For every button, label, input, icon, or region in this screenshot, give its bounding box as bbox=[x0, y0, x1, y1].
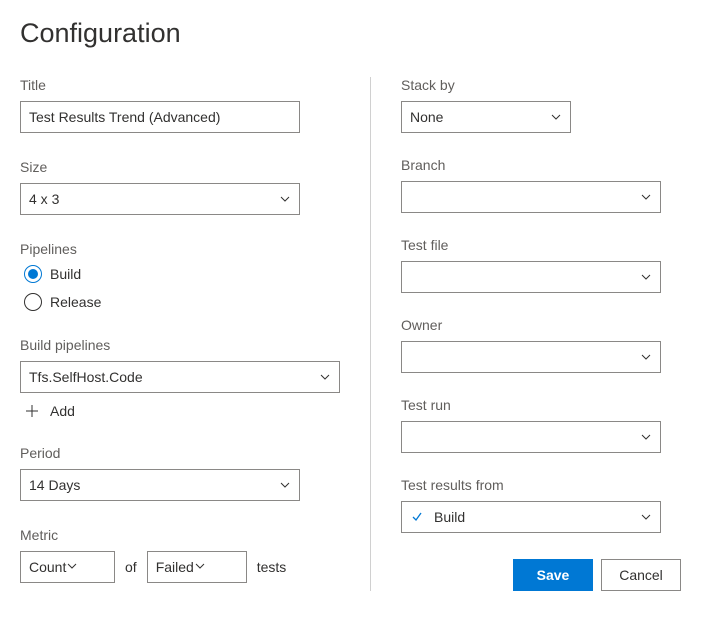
metric-label: Metric bbox=[20, 527, 340, 543]
radio-icon bbox=[24, 293, 42, 311]
resultsfrom-value: Build bbox=[434, 509, 465, 525]
add-pipeline-button[interactable]: Add bbox=[20, 403, 340, 419]
left-column: Title Size 4 x 3 Pipelines Build bbox=[20, 77, 370, 591]
chevron-down-icon bbox=[319, 371, 331, 383]
branch-select[interactable] bbox=[401, 181, 661, 213]
metric-second-value: Failed bbox=[156, 559, 194, 575]
plus-icon bbox=[24, 403, 40, 419]
page-title: Configuration bbox=[20, 18, 681, 49]
testfile-label: Test file bbox=[401, 237, 681, 253]
stackby-value: None bbox=[410, 109, 550, 125]
chevron-down-icon bbox=[640, 191, 652, 203]
owner-label: Owner bbox=[401, 317, 681, 333]
stackby-label: Stack by bbox=[401, 77, 681, 93]
right-column: Stack by None Branch Test file bbox=[370, 77, 681, 591]
chevron-down-icon bbox=[194, 559, 206, 575]
period-label: Period bbox=[20, 445, 340, 461]
radio-label: Release bbox=[50, 294, 101, 310]
chevron-down-icon bbox=[66, 559, 78, 575]
testfile-select[interactable] bbox=[401, 261, 661, 293]
chevron-down-icon bbox=[640, 271, 652, 283]
metric-of-text: of bbox=[125, 559, 137, 575]
metric-second-select[interactable]: Failed bbox=[147, 551, 247, 583]
branch-label: Branch bbox=[401, 157, 681, 173]
pipelines-label: Pipelines bbox=[20, 241, 340, 257]
testrun-label: Test run bbox=[401, 397, 681, 413]
pipeline-option-release[interactable]: Release bbox=[20, 293, 340, 311]
cancel-button[interactable]: Cancel bbox=[601, 559, 681, 591]
stackby-select[interactable]: None bbox=[401, 101, 571, 133]
metric-first-value: Count bbox=[29, 559, 66, 575]
size-label: Size bbox=[20, 159, 340, 175]
add-label: Add bbox=[50, 403, 75, 419]
build-pipelines-select[interactable]: Tfs.SelfHost.Code bbox=[20, 361, 340, 393]
title-input[interactable] bbox=[20, 101, 300, 133]
resultsfrom-label: Test results from bbox=[401, 477, 681, 493]
pipeline-option-build[interactable]: Build bbox=[20, 265, 340, 283]
save-button[interactable]: Save bbox=[513, 559, 593, 591]
period-select[interactable]: 14 Days bbox=[20, 469, 300, 501]
radio-label: Build bbox=[50, 266, 81, 282]
testrun-select[interactable] bbox=[401, 421, 661, 453]
owner-select[interactable] bbox=[401, 341, 661, 373]
resultsfrom-select[interactable]: Build bbox=[401, 501, 661, 533]
metric-suffix-text: tests bbox=[257, 559, 287, 575]
period-value: 14 Days bbox=[29, 477, 279, 493]
check-icon bbox=[410, 511, 424, 523]
chevron-down-icon bbox=[640, 351, 652, 363]
radio-icon bbox=[24, 265, 42, 283]
chevron-down-icon bbox=[279, 193, 291, 205]
build-pipelines-label: Build pipelines bbox=[20, 337, 340, 353]
chevron-down-icon bbox=[640, 431, 652, 443]
metric-first-select[interactable]: Count bbox=[20, 551, 115, 583]
chevron-down-icon bbox=[640, 511, 652, 523]
size-select[interactable]: 4 x 3 bbox=[20, 183, 300, 215]
chevron-down-icon bbox=[279, 479, 291, 491]
build-pipelines-value: Tfs.SelfHost.Code bbox=[29, 369, 319, 385]
chevron-down-icon bbox=[550, 111, 562, 123]
size-value: 4 x 3 bbox=[29, 191, 279, 207]
title-label: Title bbox=[20, 77, 340, 93]
